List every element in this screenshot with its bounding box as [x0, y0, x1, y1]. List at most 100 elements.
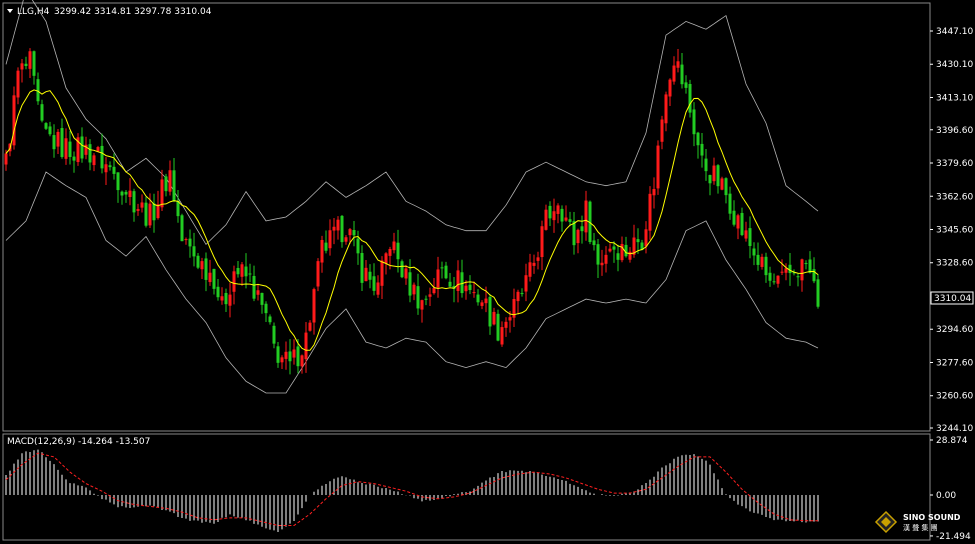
candle: [448, 273, 452, 288]
candle: [64, 128, 68, 165]
price-tick-label: 3244.10: [936, 424, 973, 434]
macd-signal-line: [5, 452, 818, 526]
candle: [804, 260, 808, 270]
candle: [800, 258, 804, 292]
candle: [464, 280, 468, 300]
candle: [612, 241, 616, 263]
candle: [24, 56, 28, 70]
candle: [244, 253, 248, 289]
candle: [164, 173, 168, 197]
candle: [664, 91, 668, 132]
candle: [628, 247, 632, 263]
candle: [712, 157, 716, 185]
candle: [452, 277, 456, 303]
candle: [176, 189, 180, 223]
candle: [624, 236, 628, 258]
trading-chart[interactable]: 3447.10 3430.10 3413.10 3396.60 3379.60 3362.…: [0, 0, 975, 544]
candle: [104, 157, 108, 186]
candle: [20, 58, 24, 83]
candle: [604, 246, 608, 273]
bollinger-bands: [5, 0, 819, 394]
candle: [352, 221, 356, 247]
candle: [568, 211, 572, 227]
candle: [536, 251, 540, 270]
candle: [692, 102, 696, 147]
candle: [716, 164, 720, 194]
candle: [696, 131, 700, 159]
candle: [308, 320, 312, 332]
candlesticks: [4, 48, 820, 375]
candle: [780, 259, 784, 276]
candle: [584, 190, 588, 241]
price-tick-label: 3328.60: [936, 259, 973, 269]
current-price-label: 3310.04: [934, 294, 971, 304]
macd-tick-label: 28.874: [936, 436, 968, 446]
candle: [240, 262, 244, 286]
candle: [288, 339, 292, 375]
candle: [316, 258, 320, 292]
candle: [28, 48, 32, 79]
candle: [648, 186, 652, 240]
candle: [812, 257, 816, 284]
candle: [572, 211, 576, 255]
price-panel-frame: [2, 2, 931, 432]
candle: [184, 237, 188, 245]
macd-label: MACD(12,26,9): [7, 437, 75, 447]
candle: [416, 273, 420, 315]
candle: [704, 149, 708, 181]
candle: [436, 256, 440, 298]
candle: [724, 177, 728, 204]
candle: [732, 200, 736, 227]
price-tick-label: 3413.10: [936, 93, 973, 103]
price-tick-label: 3345.60: [936, 226, 973, 236]
candle: [124, 189, 128, 203]
candle: [340, 215, 344, 248]
candle: [120, 190, 124, 205]
candle: [644, 221, 648, 254]
candle: [256, 283, 260, 301]
price-tick-label: 3447.10: [936, 27, 973, 37]
candle: [816, 274, 820, 309]
candle: [32, 50, 36, 85]
candle: [52, 124, 56, 158]
candle: [116, 172, 120, 203]
candle: [684, 75, 688, 94]
candle: [56, 128, 60, 155]
candle: [192, 232, 196, 267]
macd-histogram: [5, 449, 819, 532]
candle: [748, 216, 752, 259]
candle: [456, 260, 460, 303]
ma-line: [5, 89, 819, 351]
candle: [512, 288, 516, 327]
candle: [200, 257, 204, 279]
candle: [12, 86, 16, 150]
candle: [236, 261, 240, 278]
candle: [360, 245, 364, 292]
candle: [616, 244, 620, 272]
candle: [808, 251, 812, 274]
candle: [412, 282, 416, 301]
candle: [140, 194, 144, 213]
candle: [48, 121, 52, 137]
candle: [440, 261, 444, 279]
candle: [784, 263, 788, 281]
price-tick-label: 3379.60: [936, 159, 973, 169]
lower-band-line: [5, 171, 819, 394]
candle: [284, 341, 288, 370]
logo-sub: 漢 聲 集 團: [903, 523, 938, 532]
macd-tick-label: -21.494: [936, 532, 971, 542]
candle: [672, 56, 676, 85]
candle: [264, 301, 268, 323]
dropdown-triangle-icon[interactable]: [7, 9, 13, 13]
candle: [72, 151, 76, 173]
candle: [368, 264, 372, 289]
candle: [460, 259, 464, 298]
candle: [224, 288, 228, 312]
price-tick-label: 3362.60: [936, 192, 973, 202]
candle: [496, 309, 500, 342]
candle: [580, 215, 584, 244]
candle: [488, 293, 492, 335]
candle: [708, 174, 712, 196]
candle: [540, 220, 544, 271]
candle: [480, 300, 484, 310]
